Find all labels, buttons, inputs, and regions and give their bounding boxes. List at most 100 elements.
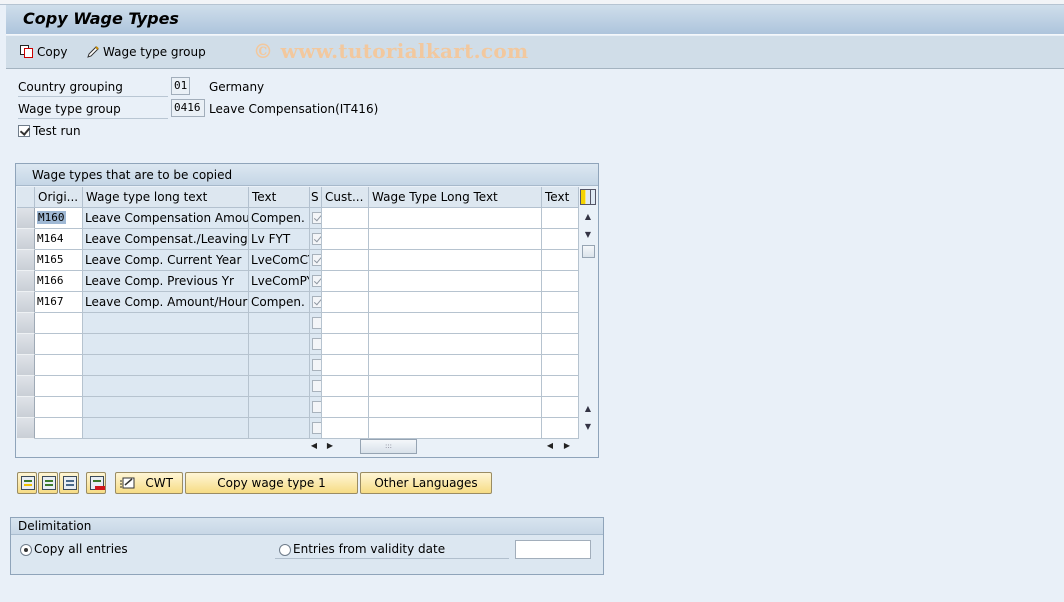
- cell-s-checkbox[interactable]: [310, 355, 322, 376]
- s-checkbox[interactable]: [312, 233, 321, 245]
- cell-s-checkbox[interactable]: [310, 397, 322, 418]
- select-all-header[interactable]: [17, 187, 35, 208]
- cell-original[interactable]: M166: [35, 271, 83, 292]
- cell-new-text[interactable]: [542, 397, 579, 418]
- row-selector[interactable]: [17, 376, 35, 397]
- entries-from-date-radio[interactable]: [279, 544, 291, 556]
- s-checkbox[interactable]: [312, 296, 321, 308]
- copy-button[interactable]: Copy: [20, 44, 67, 60]
- cell-new-text[interactable]: [542, 355, 579, 376]
- cell-new-long-text[interactable]: [369, 313, 542, 334]
- cell-new-long-text[interactable]: [369, 208, 542, 229]
- cell-customer[interactable]: [322, 418, 369, 439]
- horizontal-scrollbar[interactable]: ◀ ▶ ::: ◀ ▶: [308, 437, 578, 454]
- other-languages-button[interactable]: Other Languages: [360, 472, 492, 494]
- row-selector[interactable]: [17, 208, 35, 229]
- vertical-scrollbar[interactable]: ▲ ▼ ▲ ▼: [579, 208, 596, 434]
- cell-customer[interactable]: [322, 355, 369, 376]
- cell-new-text[interactable]: [542, 250, 579, 271]
- cell-original[interactable]: [35, 376, 83, 397]
- cell-original[interactable]: M165: [35, 250, 83, 271]
- cell-s-checkbox[interactable]: [310, 418, 322, 439]
- row-selector[interactable]: [17, 334, 35, 355]
- cell-new-long-text[interactable]: [369, 376, 542, 397]
- cell-original[interactable]: M164: [35, 229, 83, 250]
- cell-new-long-text[interactable]: [369, 271, 542, 292]
- cell-customer[interactable]: [322, 229, 369, 250]
- scroll-down-icon[interactable]: ▼: [581, 228, 595, 242]
- cell-new-text[interactable]: [542, 271, 579, 292]
- cell-new-long-text[interactable]: [369, 355, 542, 376]
- cell-original[interactable]: [35, 418, 83, 439]
- s-checkbox[interactable]: [312, 401, 321, 413]
- cell-original[interactable]: [35, 397, 83, 418]
- wage-type-group-field[interactable]: 0416: [171, 99, 205, 117]
- cell-s-checkbox[interactable]: [310, 334, 322, 355]
- cell-customer[interactable]: [322, 271, 369, 292]
- column-header-text[interactable]: Text: [249, 187, 310, 208]
- table-layout-icon[interactable]: [580, 189, 596, 205]
- scroll-page-down-icon[interactable]: ▼: [581, 420, 595, 434]
- cell-customer[interactable]: [322, 313, 369, 334]
- country-grouping-field[interactable]: 01: [171, 77, 190, 95]
- cell-s-checkbox[interactable]: [310, 376, 322, 397]
- s-checkbox[interactable]: [312, 422, 321, 434]
- copy-wage-type-button[interactable]: Copy wage type 1: [185, 472, 358, 494]
- cell-customer[interactable]: [322, 208, 369, 229]
- deselect-button[interactable]: [59, 472, 79, 494]
- select-block-button[interactable]: [38, 472, 58, 494]
- row-selector[interactable]: [17, 250, 35, 271]
- column-header-s[interactable]: S: [310, 187, 322, 208]
- s-checkbox[interactable]: [312, 275, 321, 287]
- s-checkbox[interactable]: [312, 254, 321, 266]
- s-checkbox[interactable]: [312, 380, 321, 392]
- row-selector[interactable]: [17, 418, 35, 439]
- cell-new-text[interactable]: [542, 376, 579, 397]
- cell-s-checkbox[interactable]: [310, 208, 322, 229]
- scroll-page-up-icon[interactable]: ▲: [581, 402, 595, 416]
- cell-original[interactable]: [35, 355, 83, 376]
- wage-type-group-button[interactable]: Wage type group: [86, 44, 206, 60]
- copy-all-entries-radio[interactable]: [20, 544, 32, 556]
- s-checkbox[interactable]: [312, 212, 321, 224]
- scroll-right-icon[interactable]: ▶: [324, 437, 336, 454]
- column-header-long-text[interactable]: Wage type long text: [83, 187, 249, 208]
- cell-new-long-text[interactable]: [369, 229, 542, 250]
- cwt-button[interactable]: CWT: [115, 472, 183, 494]
- cell-s-checkbox[interactable]: [310, 292, 322, 313]
- scroll-left-icon[interactable]: ◀: [308, 437, 320, 454]
- cell-original[interactable]: [35, 313, 83, 334]
- cell-new-text[interactable]: [542, 208, 579, 229]
- cell-new-long-text[interactable]: [369, 397, 542, 418]
- cell-new-text[interactable]: [542, 418, 579, 439]
- row-selector[interactable]: [17, 271, 35, 292]
- cell-customer[interactable]: [322, 292, 369, 313]
- cell-customer[interactable]: [322, 250, 369, 271]
- column-header-new-long-text[interactable]: Wage Type Long Text: [369, 187, 542, 208]
- cell-s-checkbox[interactable]: [310, 313, 322, 334]
- scroll-thumb[interactable]: [582, 245, 595, 258]
- cell-new-text[interactable]: [542, 334, 579, 355]
- row-selector[interactable]: [17, 292, 35, 313]
- cell-s-checkbox[interactable]: [310, 271, 322, 292]
- test-run-checkbox[interactable]: [18, 125, 30, 137]
- cell-s-checkbox[interactable]: [310, 229, 322, 250]
- column-header-new-text[interactable]: Text: [542, 187, 579, 208]
- cell-new-text[interactable]: [542, 313, 579, 334]
- row-selector[interactable]: [17, 313, 35, 334]
- row-selector[interactable]: [17, 229, 35, 250]
- hscroll-thumb[interactable]: :::: [360, 439, 417, 454]
- cell-new-long-text[interactable]: [369, 292, 542, 313]
- cell-s-checkbox[interactable]: [310, 250, 322, 271]
- scroll-left-end-icon[interactable]: ◀: [544, 437, 556, 454]
- cell-original[interactable]: [35, 334, 83, 355]
- cell-customer[interactable]: [322, 334, 369, 355]
- scroll-right-end-icon[interactable]: ▶: [561, 437, 573, 454]
- cell-new-long-text[interactable]: [369, 250, 542, 271]
- cell-new-long-text[interactable]: [369, 418, 542, 439]
- s-checkbox[interactable]: [312, 359, 321, 371]
- scroll-up-icon[interactable]: ▲: [581, 210, 595, 224]
- row-selector[interactable]: [17, 355, 35, 376]
- s-checkbox[interactable]: [312, 317, 321, 329]
- cell-new-text[interactable]: [542, 292, 579, 313]
